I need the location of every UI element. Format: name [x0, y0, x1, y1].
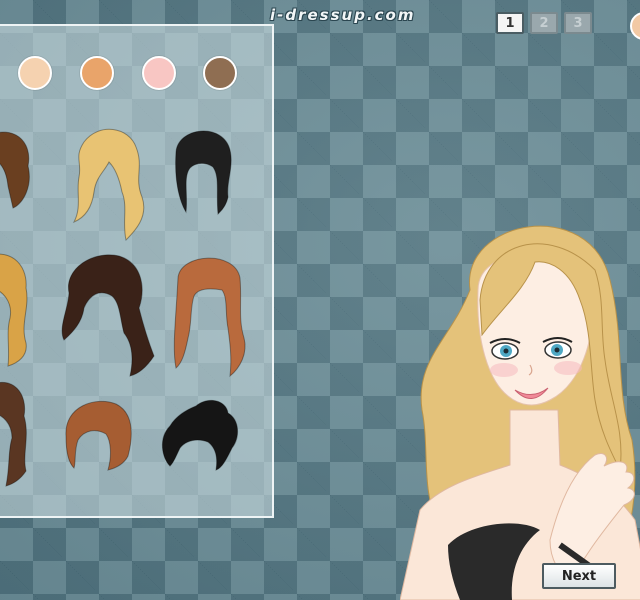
game-stage: i-dressup.com 1 2 3 Next — [0, 0, 640, 600]
hairstyle-option-brown-bob[interactable] — [0, 126, 38, 216]
page-selector: 1 2 3 — [496, 12, 592, 34]
hairstyle-option-black-updo[interactable] — [168, 122, 238, 217]
hairstyle-option-honey-wavy[interactable] — [0, 248, 38, 368]
skin-tone-swatch-1[interactable] — [18, 56, 52, 90]
hairstyle-panel — [0, 24, 274, 518]
page-button-2[interactable]: 2 — [530, 12, 558, 34]
next-button[interactable]: Next — [542, 563, 616, 589]
dressup-character — [399, 200, 640, 600]
page-button-3[interactable]: 3 — [564, 12, 592, 34]
skin-tone-swatch-3[interactable] — [142, 56, 176, 90]
hairstyle-option-dark-brown-long[interactable] — [54, 248, 155, 378]
skin-tone-swatch-2[interactable] — [80, 56, 114, 90]
hairstyle-option-copper-bob[interactable] — [56, 396, 136, 471]
site-logo-text: i-dressup.com — [270, 6, 416, 24]
hairstyle-option-auburn-bangs[interactable] — [170, 248, 250, 383]
hairstyle-option-black-bun[interactable] — [156, 398, 241, 473]
skin-tone-swatch-4[interactable] — [203, 56, 237, 90]
hairstyle-option-brown-waves[interactable] — [0, 376, 38, 487]
page-button-1[interactable]: 1 — [496, 12, 524, 34]
hairstyle-option-blonde-wavy[interactable] — [64, 122, 154, 242]
corner-skin-swatch[interactable] — [630, 12, 640, 40]
